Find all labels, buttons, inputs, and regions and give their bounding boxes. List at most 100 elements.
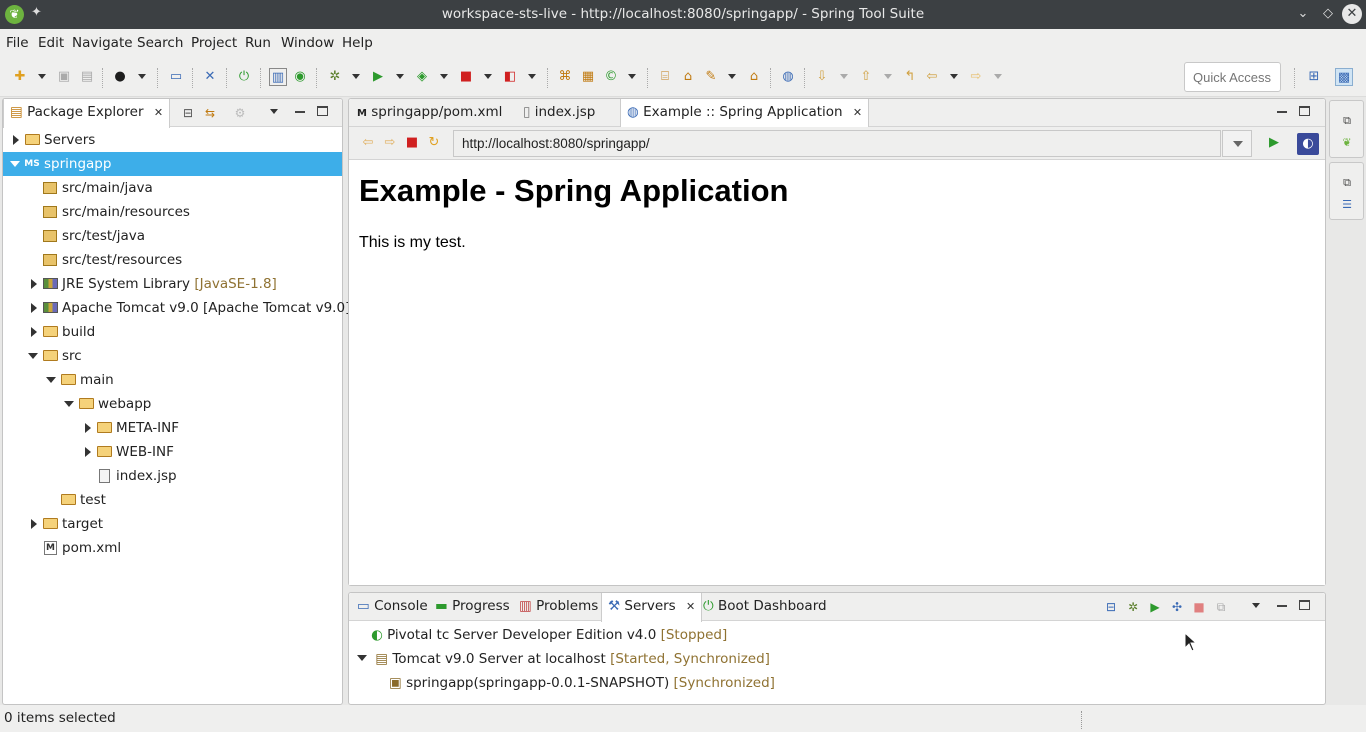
last-edit-location-icon[interactable]: ↰	[901, 68, 919, 86]
tree-item-index-jsp[interactable]: index.jsp	[3, 464, 342, 488]
maximize-panel-icon[interactable]	[317, 106, 328, 116]
run-icon[interactable]: ▶	[369, 68, 387, 86]
menu-navigate[interactable]: Navigate	[72, 35, 133, 51]
new-class-icon[interactable]: ©	[602, 68, 620, 86]
menu-file[interactable]: File	[6, 35, 29, 51]
menu-window[interactable]: Window	[281, 35, 334, 51]
open-folder-icon[interactable]: ⌂	[745, 68, 763, 86]
refresh-server-icon[interactable]: ◉	[291, 68, 309, 86]
tree-item-src-main-resources[interactable]: src/main/resources	[3, 200, 342, 224]
tree-item-springapp[interactable]: MS springapp	[3, 152, 342, 176]
boot-dashboard-icon[interactable]: ⏻	[235, 68, 253, 86]
server-module-row[interactable]: ▣ springapp(springapp-0.0.1-SNAPSHOT) [S…	[389, 671, 775, 695]
debug-dropdown-icon[interactable]	[352, 74, 360, 79]
tree-item-build[interactable]: build	[3, 320, 342, 344]
external-tools-icon[interactable]: ◈	[413, 68, 431, 86]
close-tab-icon[interactable]: ✕	[686, 600, 695, 613]
browser-stop-icon[interactable]: ■	[403, 134, 421, 152]
url-input[interactable]	[453, 130, 1221, 157]
close-window-button[interactable]: ✕	[1342, 4, 1362, 24]
tree-item-webapp[interactable]: webapp	[3, 392, 342, 416]
back-dropdown-icon[interactable]	[950, 74, 958, 79]
next-annotation-dropdown-icon[interactable]	[840, 74, 848, 79]
close-tab-icon[interactable]: ✕	[154, 106, 163, 119]
view-menu-icon[interactable]	[1252, 603, 1260, 608]
expand-icon[interactable]	[357, 655, 367, 661]
new-class-dropdown-icon[interactable]	[628, 74, 636, 79]
profile-server-icon[interactable]: ✣	[1169, 599, 1185, 615]
open-type-icon[interactable]: ⌸	[656, 68, 674, 86]
tree-item-jre-library[interactable]: JRE System Library [JavaSE-1.8]	[3, 272, 342, 296]
tree-item-src[interactable]: src	[3, 344, 342, 368]
server-row-tomcat[interactable]: ▤ Tomcat v9.0 Server at localhost [Start…	[357, 647, 770, 671]
open-task-dropdown-icon[interactable]	[728, 74, 736, 79]
tab-console[interactable]: ▭ Console	[351, 593, 434, 621]
minimize-window-icon[interactable]: ⌄	[1293, 4, 1313, 24]
external-tools-dropdown-icon[interactable]	[440, 74, 448, 79]
url-history-dropdown[interactable]	[1222, 130, 1252, 157]
view-menu-icon[interactable]	[270, 109, 278, 114]
tab-progress[interactable]: ▬ Progress	[429, 593, 516, 621]
new-dropdown-icon[interactable]	[38, 74, 46, 79]
collapse-all-icon[interactable]: ⊟	[1103, 599, 1119, 615]
open-task-icon[interactable]: ✎	[702, 68, 720, 86]
server-row-tc[interactable]: ◐ Pivotal tc Server Developer Edition v4…	[371, 623, 727, 647]
user-icon[interactable]: ●	[111, 68, 129, 86]
tab-browser[interactable]: ◍ Example :: Spring Application ✕	[620, 99, 870, 128]
tab-servers[interactable]: ⚒ Servers ✕	[601, 593, 703, 622]
tree-item-src-main-java[interactable]: src/main/java	[3, 176, 342, 200]
go-icon[interactable]: ▶	[1265, 134, 1283, 152]
user-dropdown-icon[interactable]	[138, 74, 146, 79]
minimize-panel-icon[interactable]	[1277, 111, 1287, 113]
tree-item-servers[interactable]: Servers	[3, 128, 342, 152]
tab-pom-xml[interactable]: M springapp/pom.xml	[351, 99, 508, 127]
tab-boot-dashboard[interactable]: ⏻ Boot Dashboard	[697, 593, 833, 621]
minimize-panel-icon[interactable]	[1277, 605, 1287, 607]
close-tab-icon[interactable]: ✕	[853, 106, 862, 119]
web-browser-icon[interactable]: ◍	[779, 68, 797, 86]
maximize-panel-icon[interactable]	[1299, 106, 1310, 116]
link-with-editor-icon[interactable]: ⇆	[202, 105, 218, 121]
menu-project[interactable]: Project	[191, 35, 237, 51]
open-resource-icon[interactable]: ⌂	[679, 68, 697, 86]
new-package-icon[interactable]: ▦	[579, 68, 597, 86]
tab-problems[interactable]: ▥ Problems	[513, 593, 604, 621]
tab-index-jsp[interactable]: ▯ index.jsp	[517, 99, 601, 127]
tree-item-main[interactable]: main	[3, 368, 342, 392]
relaunch-dropdown-icon[interactable]	[528, 74, 536, 79]
eclipse-browser-icon[interactable]: ◐	[1297, 133, 1319, 155]
tree-item-src-test-resources[interactable]: src/test/resources	[3, 248, 342, 272]
stop-dropdown-icon[interactable]	[484, 74, 492, 79]
skip-breakpoints-icon[interactable]: ✕	[201, 68, 219, 86]
next-annotation-icon[interactable]: ⇩	[813, 68, 831, 86]
menu-search[interactable]: Search	[137, 35, 183, 51]
run-dropdown-icon[interactable]	[396, 74, 404, 79]
tree-item-pom-xml[interactable]: M pom.xml	[3, 536, 342, 560]
stop-icon[interactable]: ■	[457, 68, 475, 86]
previous-annotation-icon[interactable]: ⇧	[857, 68, 875, 86]
open-perspective-icon[interactable]: ⊞	[1305, 68, 1323, 86]
browser-refresh-icon[interactable]: ↻	[425, 134, 443, 152]
new-icon[interactable]: ✚	[11, 68, 29, 86]
relaunch-icon[interactable]: ◧	[501, 68, 519, 86]
start-server-icon[interactable]: ▶	[1147, 599, 1163, 615]
tree-item-tomcat-library[interactable]: Apache Tomcat v9.0 [Apache Tomcat v9.0]	[3, 296, 350, 320]
quick-access-input[interactable]	[1184, 62, 1281, 92]
stop-server-icon[interactable]: ■	[1191, 599, 1207, 615]
spring-perspective-icon[interactable]: ▩	[1335, 68, 1353, 86]
back-icon[interactable]: ⇦	[923, 68, 941, 86]
previous-annotation-dropdown-icon[interactable]	[884, 74, 892, 79]
tree-item-meta-inf[interactable]: META-INF	[3, 416, 342, 440]
toggle-view-icon[interactable]: ▥	[269, 68, 287, 86]
forward-icon[interactable]: ⇨	[967, 68, 985, 86]
outline-icon[interactable]: ☰	[1339, 197, 1355, 213]
keep-above-icon[interactable]: ◇	[1318, 4, 1338, 24]
new-spring-project-icon[interactable]: ⌘	[556, 68, 574, 86]
debug-server-icon[interactable]: ✲	[1125, 599, 1141, 615]
collapse-all-icon[interactable]: ⊟	[180, 105, 196, 121]
browser-back-icon[interactable]: ⇦	[359, 134, 377, 152]
focus-icon[interactable]: ⚙	[232, 105, 248, 121]
menu-run[interactable]: Run	[245, 35, 271, 51]
restore-icon[interactable]: ⧉	[1339, 113, 1355, 129]
tree-item-target[interactable]: target	[3, 512, 342, 536]
